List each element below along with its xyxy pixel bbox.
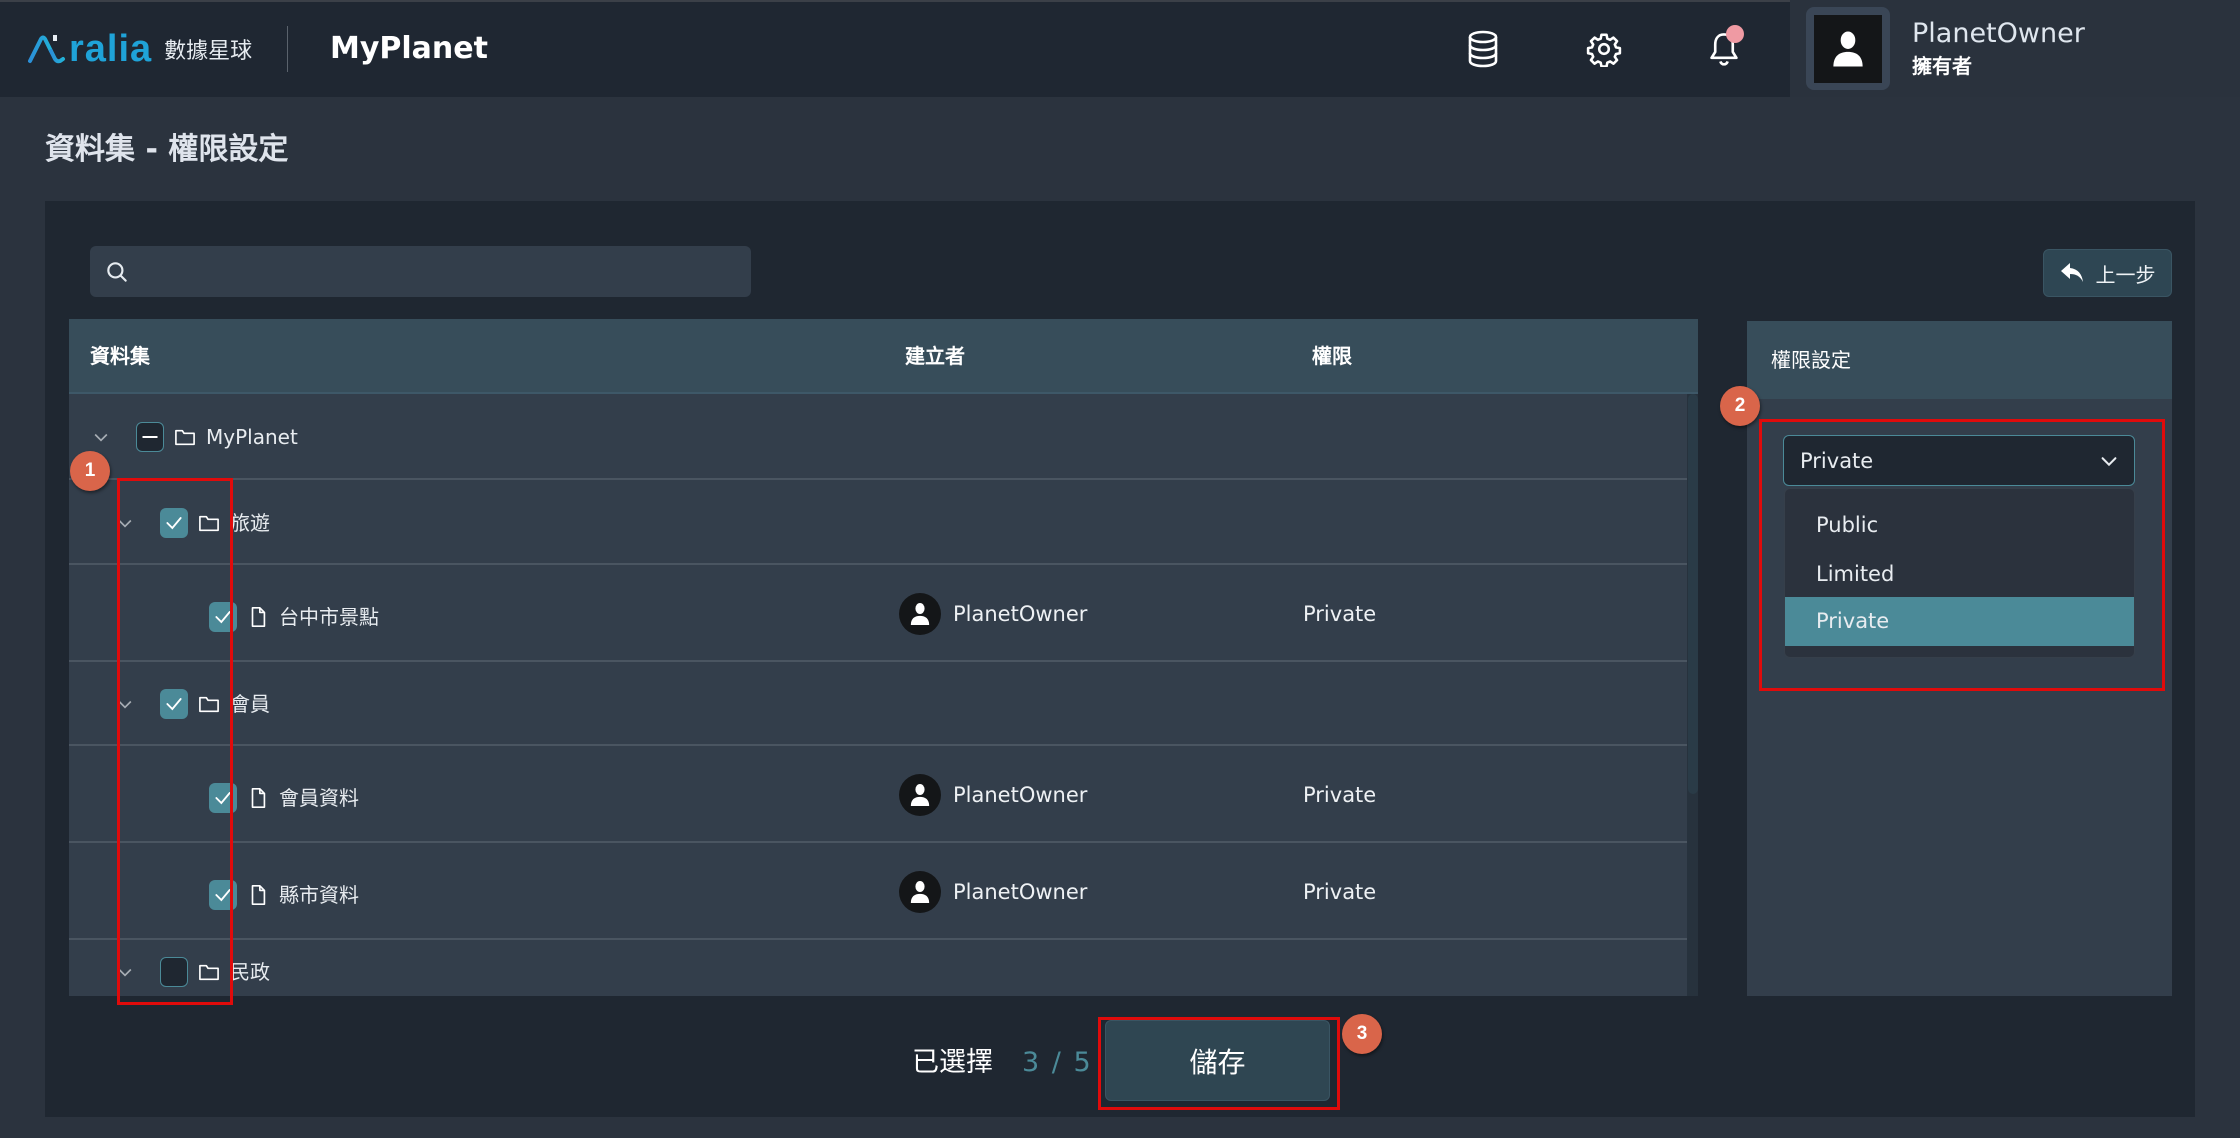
table-row[interactable]: 旅遊 — [69, 480, 1687, 565]
permission-cell: Private — [1303, 783, 1377, 807]
creator-name: PlanetOwner — [953, 783, 1088, 807]
chevron-down-icon — [94, 433, 108, 442]
user-avatar[interactable] — [1806, 7, 1890, 90]
back-button-label: 上一步 — [2095, 262, 2156, 287]
file-icon-wrapper — [247, 884, 269, 906]
creator-avatar — [899, 871, 941, 913]
search-icon — [107, 262, 127, 282]
logo-chinese-text: 數據星球 — [164, 39, 253, 64]
dataset-name: 民政 — [230, 960, 270, 984]
database-icon — [1468, 30, 1498, 68]
annotation-box-1 — [117, 478, 233, 1005]
aralia-logo[interactable]: ralia 數據星球 — [27, 28, 252, 70]
file-icon-wrapper — [247, 606, 269, 628]
reply-arrow-icon — [2060, 263, 2083, 282]
annotation-badge-2: 2 — [1720, 386, 1760, 426]
permission-panel-header: 權限設定 — [1747, 321, 2172, 399]
user-icon — [1833, 30, 1863, 67]
column-header-permission[interactable]: 權限 — [1312, 343, 1352, 369]
dataset-table: 資料集 建立者 權限 MyPlanet 旅遊台中市景點 PlanetOwner Pri… — [69, 319, 1698, 996]
database-button[interactable] — [1461, 27, 1505, 71]
column-header-creator[interactable]: 建立者 — [905, 343, 965, 369]
gear-icon — [1586, 33, 1622, 67]
file-icon — [251, 607, 266, 627]
settings-button[interactable] — [1582, 27, 1626, 71]
table-row[interactable]: 縣市資料 PlanetOwner Private — [69, 843, 1687, 940]
folder-icon — [175, 429, 195, 446]
notification-dot — [1726, 25, 1744, 43]
annotation-badge-1: 1 — [70, 451, 110, 491]
user-name: PlanetOwner — [1912, 18, 2085, 49]
column-header-dataset[interactable]: 資料集 — [90, 343, 150, 369]
creator-cell: PlanetOwner — [899, 871, 1087, 913]
logo-mark-icon — [28, 35, 65, 64]
file-icon — [251, 788, 266, 808]
dataset-name-cell: MyPlanet — [90, 417, 298, 457]
app-title: MyPlanet — [330, 31, 488, 66]
page-title: 資料集 - 權限設定 — [45, 132, 289, 167]
creator-avatar — [899, 593, 941, 635]
user-role: 擁有者 — [1912, 54, 1972, 78]
file-icon — [251, 885, 266, 905]
creator-cell: PlanetOwner — [899, 593, 1087, 635]
logo-wordmark: ralia — [69, 28, 153, 70]
table-row[interactable]: MyPlanet — [69, 394, 1687, 480]
permission-cell: Private — [1303, 880, 1377, 904]
dataset-name: 台中市景點 — [279, 605, 379, 629]
dataset-name: 會員資料 — [279, 786, 359, 810]
table-scrollbar-thumb[interactable] — [1688, 394, 1698, 794]
expand-toggle[interactable] — [90, 426, 112, 448]
search-input[interactable] — [90, 246, 751, 297]
annotation-box-3 — [1098, 1017, 1340, 1110]
annotation-box-2 — [1759, 419, 2165, 691]
table-row[interactable]: 台中市景點 PlanetOwner Private — [69, 565, 1687, 662]
creator-name: PlanetOwner — [953, 880, 1088, 904]
selected-label: 已選擇 — [912, 1047, 993, 1078]
user-icon — [910, 603, 930, 625]
creator-cell: PlanetOwner — [899, 774, 1087, 816]
file-icon-wrapper — [247, 787, 269, 809]
selected-count: 3 / 5 — [1022, 1047, 1093, 1078]
search-box[interactable] — [90, 246, 751, 297]
folder-icon-wrapper — [174, 426, 196, 448]
table-row[interactable]: 會員 — [69, 662, 1687, 746]
user-icon — [910, 784, 930, 806]
table-header: 資料集 建立者 權限 — [69, 319, 1698, 394]
dataset-name: 縣市資料 — [279, 883, 359, 907]
row-checkbox[interactable] — [136, 422, 164, 452]
annotation-badge-3: 3 — [1342, 1014, 1382, 1054]
dataset-name: 旅遊 — [230, 511, 270, 535]
user-icon — [910, 881, 930, 903]
creator-name: PlanetOwner — [953, 602, 1088, 626]
back-button[interactable]: 上一步 — [2043, 249, 2172, 297]
table-row[interactable]: 會員資料 PlanetOwner Private — [69, 746, 1687, 843]
permission-panel-title: 權限設定 — [1771, 348, 1851, 372]
permission-cell: Private — [1303, 602, 1377, 626]
indeterminate-dash-icon — [142, 436, 158, 438]
header-divider — [287, 26, 288, 72]
table-row[interactable]: 民政 — [69, 940, 1687, 996]
dataset-name: MyPlanet — [206, 425, 298, 449]
dataset-name: 會員 — [230, 692, 270, 716]
creator-avatar — [899, 774, 941, 816]
